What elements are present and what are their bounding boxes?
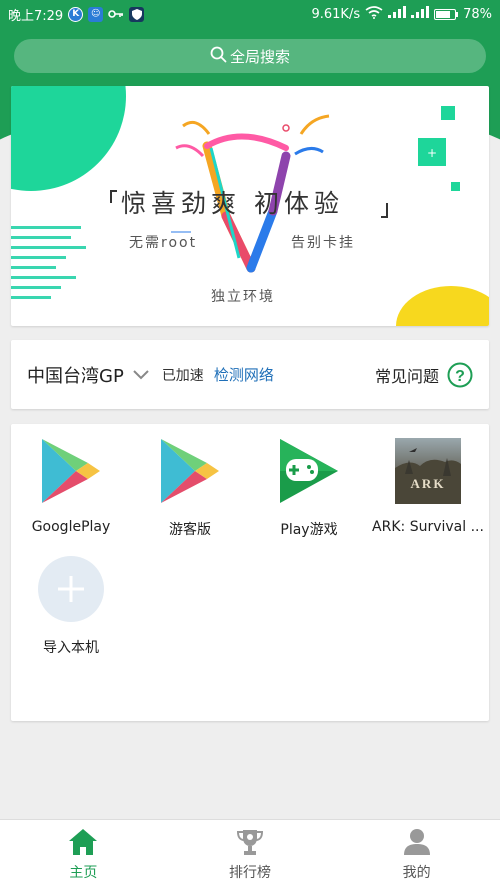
svg-text:ARK: ARK (411, 476, 446, 491)
nav-mine-label: 我的 (402, 865, 431, 881)
nav-ranking-label: 排行榜 (229, 865, 271, 881)
nav-home[interactable]: 主页 (0, 820, 167, 889)
apps-grid: GooglePlay 游客版 Play游戏 ARK ARK: Survival … (11, 424, 489, 721)
svg-text:+: + (427, 146, 437, 160)
wifi-icon (365, 5, 383, 23)
nav-mine[interactable]: 我的 (333, 820, 500, 889)
import-label: 导入本机 (43, 640, 99, 656)
face-app-icon: ☺ (88, 6, 104, 22)
play-store-icon (155, 436, 225, 506)
app-label: Play游戏 (280, 522, 338, 538)
chevron-down-icon[interactable] (132, 369, 150, 381)
search-icon (210, 46, 227, 67)
network-card: 中国台湾GP 已加速 检测网络 常见问题 ? (11, 340, 489, 409)
home-icon (68, 828, 98, 856)
import-local-app[interactable]: 导入本机 (11, 554, 131, 657)
app-googleplay[interactable]: GooglePlay (11, 436, 131, 535)
app-ark-survival[interactable]: ARK ARK: Survival ... (368, 436, 488, 535)
svg-text:?: ? (455, 368, 465, 385)
signal-icon (388, 6, 407, 22)
app-label: ARK: Survival ... (372, 519, 484, 535)
app-label: GooglePlay (31, 519, 111, 535)
faq-link[interactable]: 常见问题 (375, 363, 439, 387)
play-store-icon (36, 436, 106, 506)
app-guest-version[interactable]: 游客版 (130, 436, 250, 539)
detect-network-link[interactable]: 检测网络 (214, 364, 274, 385)
banner-title: 惊喜劲爽 初体验 (121, 189, 344, 218)
help-icon[interactable]: ? (447, 362, 473, 388)
region-selector[interactable]: 中国台湾GP (27, 362, 124, 388)
promo-banner[interactable]: + 惊喜劲爽 初体验 无需root 告别卡挂 独立环境 (11, 86, 489, 326)
ark-icon: ARK (393, 436, 463, 506)
status-time: 晚上7:29 (8, 8, 64, 24)
key-icon (108, 7, 124, 22)
nav-ranking[interactable]: 排行榜 (167, 820, 334, 889)
user-icon (403, 828, 431, 856)
app-label: 游客版 (169, 522, 211, 538)
global-search-bar[interactable]: 全局搜索 (14, 39, 486, 73)
search-label: 全局搜索 (229, 47, 290, 66)
trophy-icon (235, 828, 265, 856)
banner-subtitle-independent-env: 独立环境 (211, 289, 275, 305)
app-play-games[interactable]: Play游戏 (249, 436, 369, 539)
banner-subtitle-no-root: 无需root (129, 235, 198, 251)
banner-subtitle-no-lag: 告别卡挂 (291, 235, 355, 251)
signal-icon-2 (411, 6, 430, 22)
shield-icon (129, 6, 145, 22)
nav-home-label: 主页 (69, 865, 98, 881)
status-bar: 晚上7:29 K ☺ 9.61K/s 78% (0, 0, 500, 28)
acceleration-status: 已加速 (161, 367, 204, 384)
play-games-icon (274, 436, 344, 506)
battery-percent: 78% (463, 6, 492, 22)
k-app-icon: K (68, 6, 84, 22)
network-speed: 9.61K/s (311, 6, 361, 22)
battery-icon (434, 8, 459, 20)
add-icon (38, 556, 104, 622)
bottom-navigation: 主页 排行榜 我的 (0, 819, 500, 889)
